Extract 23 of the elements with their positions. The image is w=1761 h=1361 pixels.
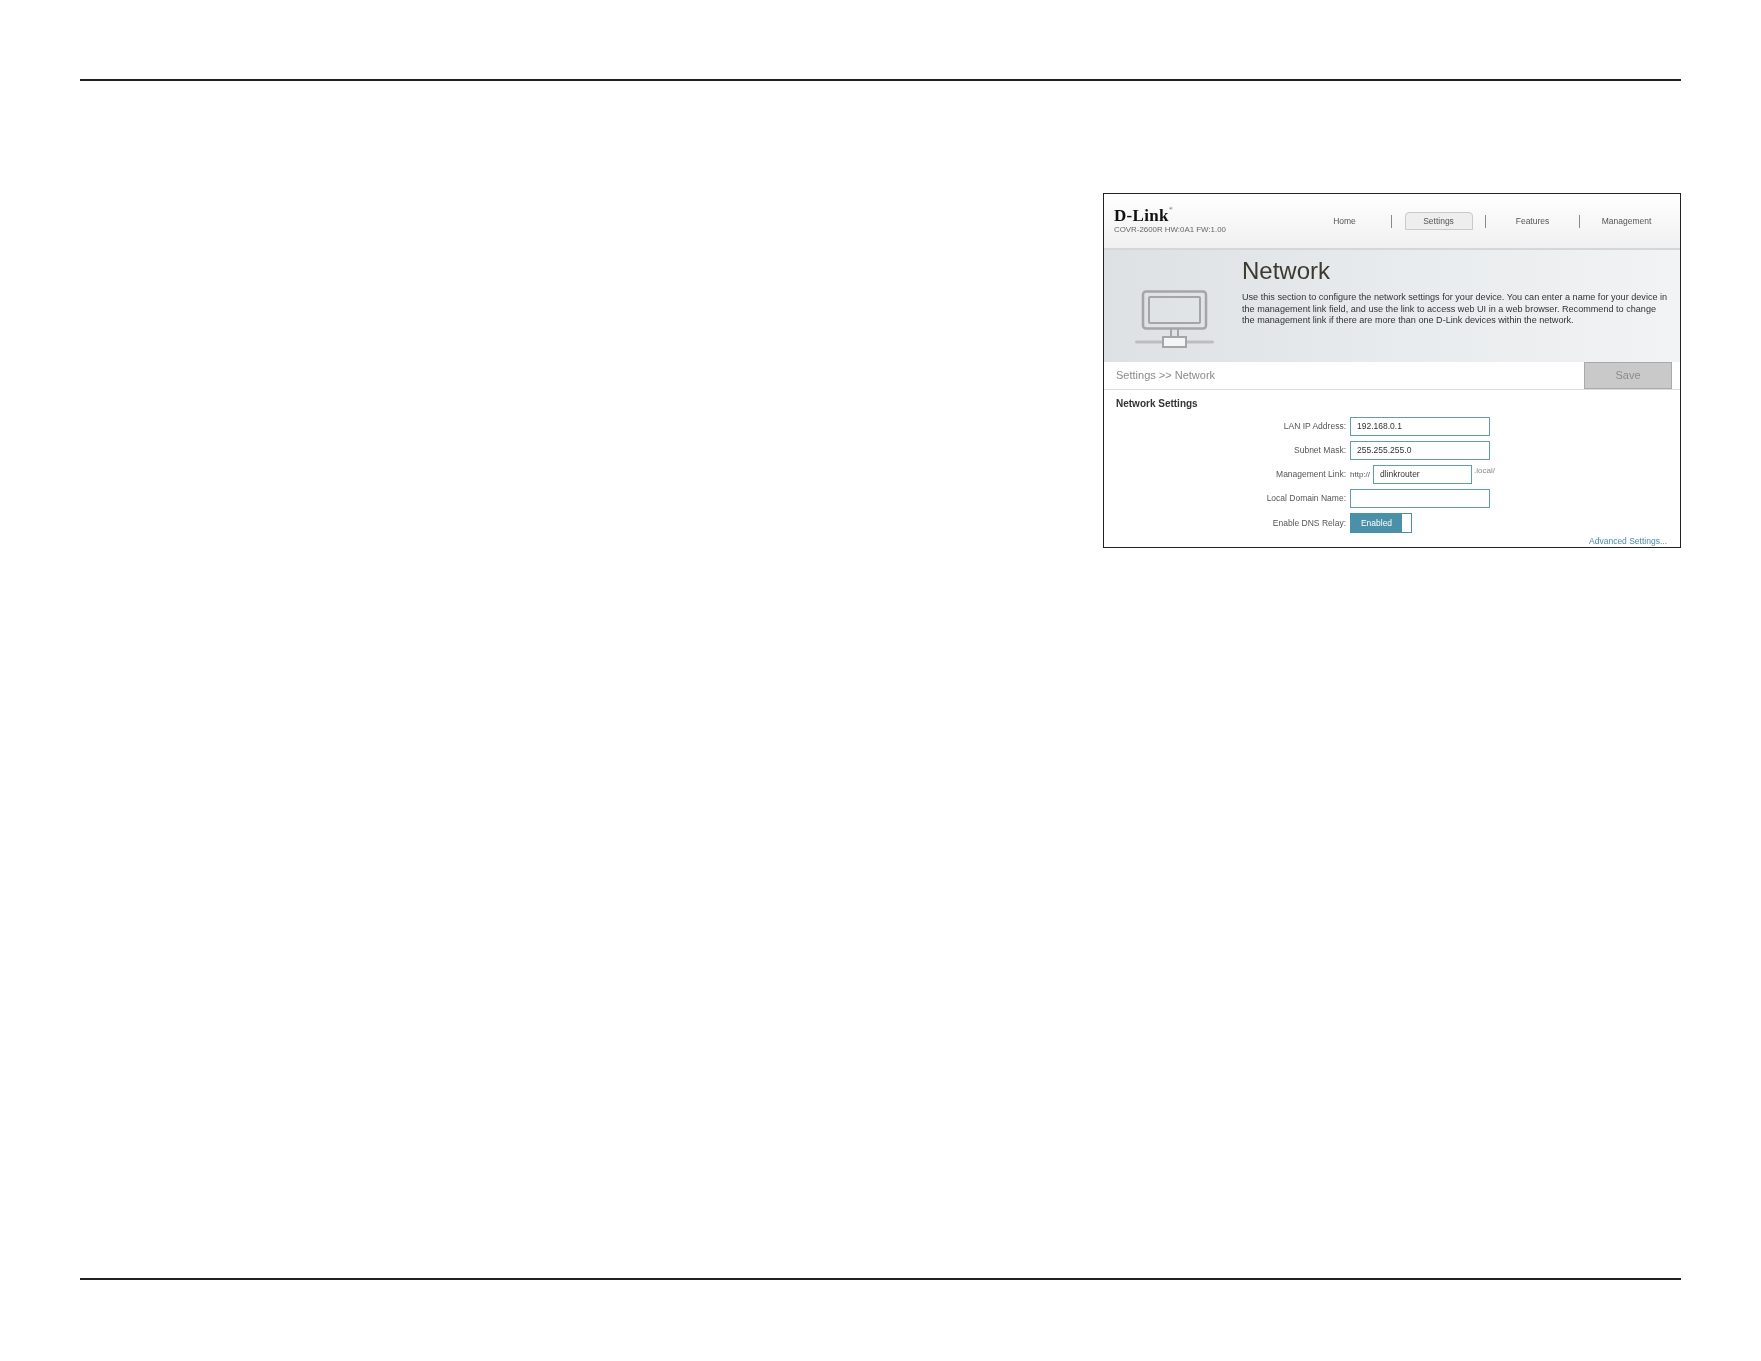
page-title: Network (1242, 257, 1331, 285)
section-title: Network Settings (1115, 398, 1198, 410)
text-field[interactable]: dlinkrouter (1373, 465, 1472, 484)
nav-tab[interactable]: Management (1592, 212, 1661, 230)
text-field[interactable] (1350, 489, 1490, 508)
breadcrumb: Settings >> Network (1115, 368, 1216, 384)
nav-tab[interactable]: Settings (1404, 212, 1473, 230)
nav-tab[interactable]: Home (1324, 212, 1365, 230)
field-label: LAN IP Address: (1283, 420, 1346, 433)
field-label: Enable DNS Relay: (1272, 516, 1346, 530)
text-field[interactable]: 192.168.0.1 (1350, 417, 1490, 436)
text-field[interactable]: 255.255.255.0 (1350, 441, 1490, 460)
field-label: Local Domain Name: (1266, 492, 1346, 505)
nav-tab[interactable]: Features (1506, 212, 1559, 230)
brand-logo: D-Link$^{®}$ (1114, 207, 1173, 224)
computer-monitor-icon (1135, 290, 1214, 348)
field-label: Subnet Mask: (1294, 444, 1346, 457)
field-label: Management Link: (1276, 468, 1346, 481)
advanced-settings-link[interactable]: Advanced Settings... (1589, 536, 1667, 546)
url-suffix: .local/ (1473, 465, 1495, 477)
url-prefix: http:// (1350, 468, 1371, 481)
page-description: Use this section to configure the network settings for your device. You can enter a name for your device in the management link field, and use the link to access web UI in a web browser. Recommend to change the management link if there are more than one D-Link devices within the network. (1242, 292, 1669, 327)
toggle-switch[interactable]: Enabled (1350, 513, 1412, 533)
